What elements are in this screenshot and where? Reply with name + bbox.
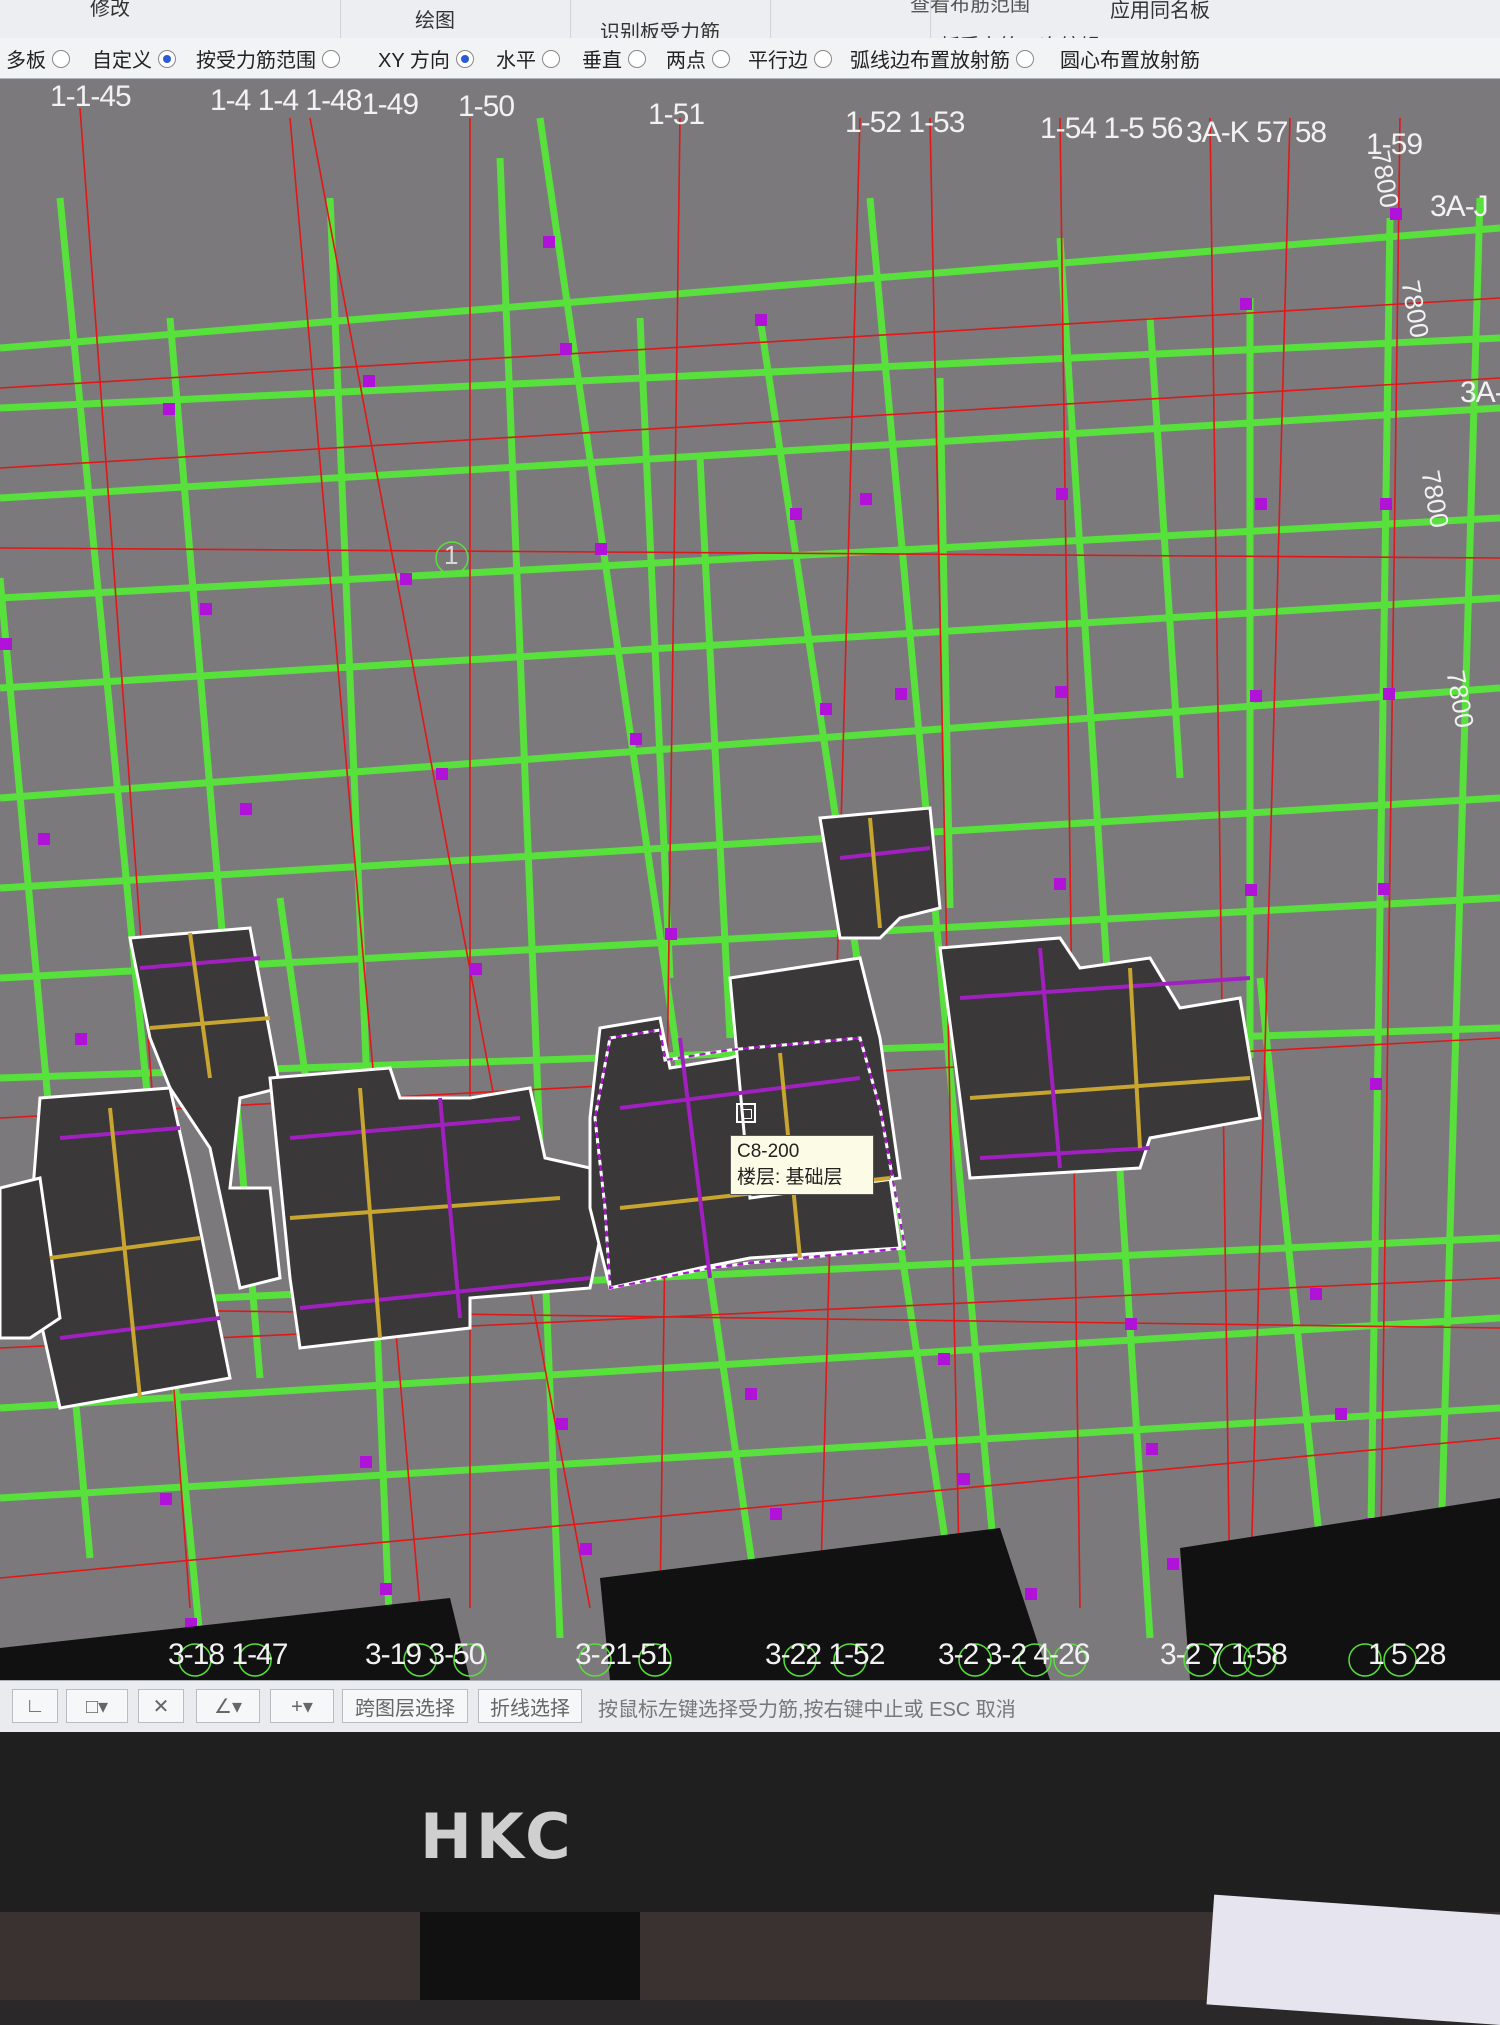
status-hint: 按鼠标左键选择受力筋,按右键中止或 ESC 取消	[598, 1699, 1016, 1721]
axis-label-top-4: 1-50	[458, 90, 515, 123]
option-arc-radial-rebar[interactable]: 弧线边布置放射筋	[850, 44, 1034, 73]
plan-drawing[interactable]	[0, 78, 1500, 1680]
tooltip-rebar-spec: C8-200	[737, 1141, 800, 1162]
radio-icon	[158, 49, 176, 68]
axis-label-bottom-3: 3-21-51	[575, 1638, 672, 1671]
angle-icon[interactable]: ∠▾	[196, 1689, 260, 1723]
option-center-radial-rebar[interactable]: 圆心布置放射筋	[1060, 44, 1200, 73]
radio-icon	[322, 49, 340, 68]
axis-label-side-2: 3A-	[1460, 376, 1500, 409]
option-multi-slab[interactable]: 多板	[6, 44, 70, 73]
axis-label-top-5: 1-51	[648, 98, 705, 131]
option-custom[interactable]: 自定义	[92, 44, 176, 73]
cad-screen: 1-1-45 1-4 1-4 1-48 1-49 1-50 1-51 1-52 …	[0, 0, 1500, 1760]
paper-sheet	[1206, 1894, 1500, 2025]
cross-layer-select-button[interactable]: 跨图层选择	[342, 1689, 468, 1723]
axis-label-top-8: 3A-K 57 58	[1186, 116, 1327, 149]
draw-menu[interactable]: 绘图	[415, 4, 455, 33]
axis-label-top-7: 1-54 1-5 56	[1040, 112, 1183, 145]
status-bar: ∟ □▾ ✕ ∠▾ +▾ 跨图层选择 折线选择 按鼠标左键选择受力筋,按右键中止…	[0, 1680, 1500, 1733]
option-xy-direction[interactable]: XY 方向	[378, 44, 474, 73]
modify-menu[interactable]: 修改	[90, 0, 130, 21]
monitor-brand-logo: HKC	[420, 1800, 575, 1873]
axis-label-top-1: 1-1-45	[50, 80, 132, 113]
radio-icon	[52, 49, 70, 68]
axis-label-bottom-5: 3-2 3-2 4-26	[938, 1638, 1090, 1671]
polyline-select-button[interactable]: 折线选择	[478, 1689, 582, 1723]
monitor-stand	[420, 1912, 640, 2000]
axis-label-bottom-6: 3-2 7 1-58	[1160, 1638, 1288, 1671]
pick-cursor-icon	[736, 1103, 756, 1123]
drawing-canvas[interactable]: 1-1-45 1-4 1-4 1-48 1-49 1-50 1-51 1-52 …	[0, 78, 1500, 1680]
radio-icon	[712, 49, 730, 68]
ortho-icon[interactable]: ∟	[12, 1689, 58, 1723]
axis-marker-label: 1	[444, 540, 459, 570]
option-parallel-edge[interactable]: 平行边	[748, 44, 832, 73]
axis-label-bottom-1: 3-18 1-47	[168, 1638, 288, 1671]
apply-same-name-button[interactable]: 应用同名板	[1110, 0, 1210, 23]
cross-icon[interactable]: ✕	[138, 1689, 184, 1723]
option-vertical[interactable]: 垂直	[582, 44, 646, 73]
view-range-button[interactable]: 查看布筋范围	[910, 0, 1030, 17]
offset-icon[interactable]: +▾	[270, 1689, 334, 1723]
column-nodes	[0, 208, 1402, 1630]
beam-grid-horizontal	[0, 224, 1500, 1502]
axis-label-side-1: 3A-J	[1430, 190, 1489, 223]
axis-label-bottom-7: 1 5 28	[1368, 1638, 1446, 1671]
axis-label-top-6: 1-52 1-53	[845, 106, 965, 139]
radio-icon	[628, 49, 646, 68]
options-bar: 多板 自定义 按受力筋范围 XY 方向 水平 垂直 两点 平行边 弧线边布置放射…	[0, 38, 1500, 79]
radio-icon	[542, 49, 560, 68]
option-two-points[interactable]: 两点	[666, 44, 730, 73]
radio-icon	[814, 49, 832, 68]
radio-icon	[455, 49, 474, 68]
monitor-bezel	[0, 1732, 1500, 1912]
tooltip-floor: 楼层: 基础层	[737, 1167, 843, 1188]
option-horizontal[interactable]: 水平	[496, 44, 560, 73]
rebar-tooltip: C8-200 楼层: 基础层	[730, 1135, 874, 1195]
select-box-icon[interactable]: □▾	[66, 1689, 128, 1723]
axis-label-top-2: 1-4 1-4 1-48	[210, 84, 362, 117]
radio-icon	[1016, 49, 1034, 68]
axis-label-top-3: 1-49	[362, 88, 419, 121]
axis-label-bottom-2: 3-19 3-50	[365, 1638, 485, 1671]
axis-label-bottom-4: 3-22 1-52	[765, 1638, 885, 1671]
option-by-rebar-range[interactable]: 按受力筋范围	[196, 44, 340, 73]
